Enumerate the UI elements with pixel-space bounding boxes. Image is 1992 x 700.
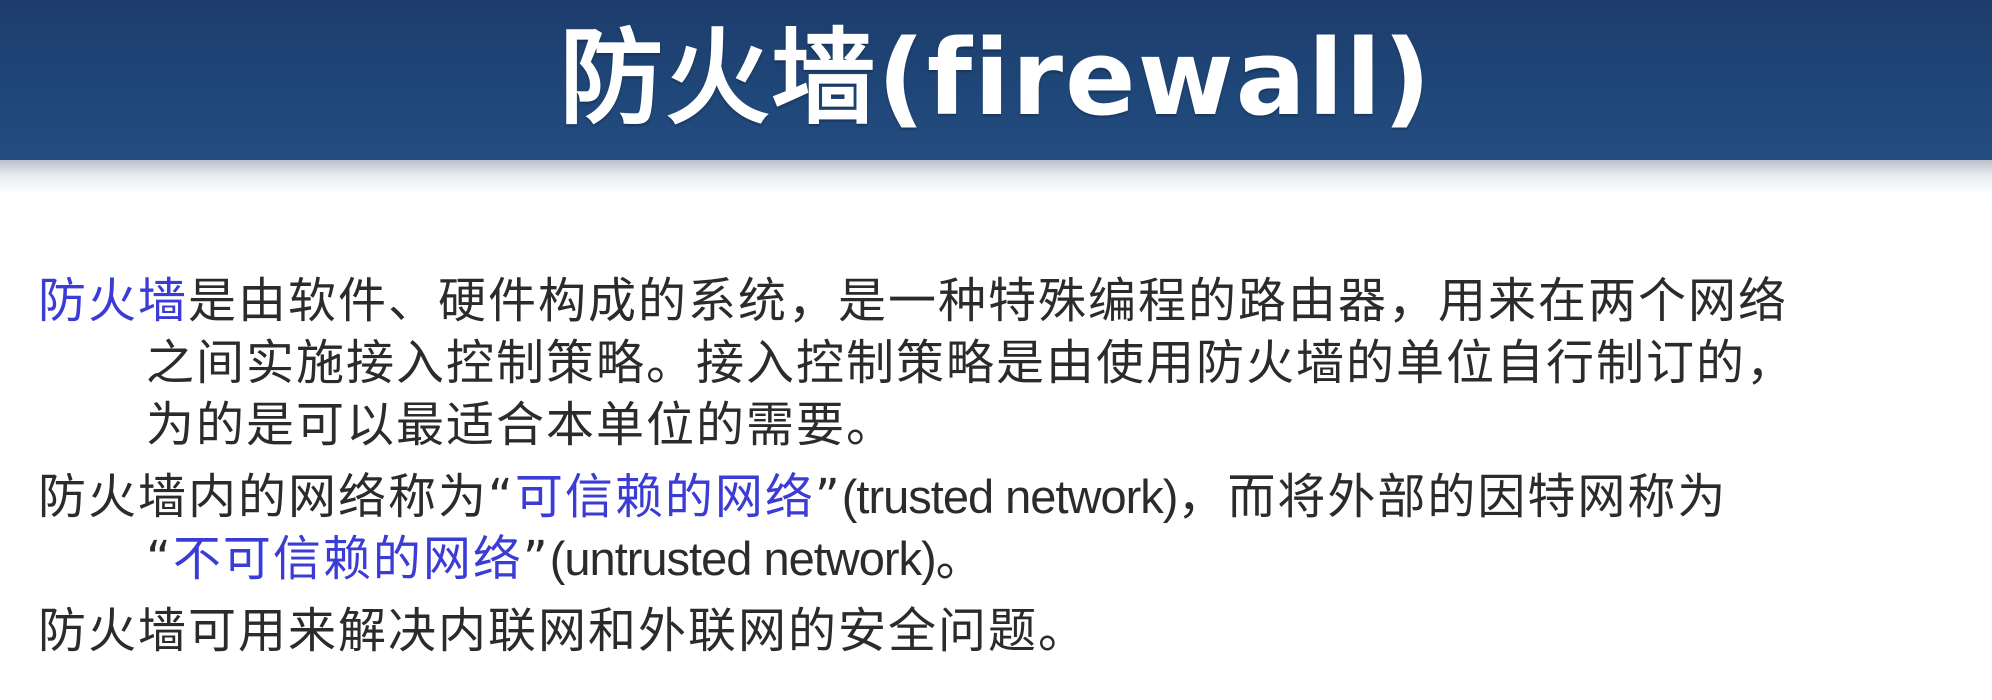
text-segment: “ xyxy=(146,531,173,587)
title-bar-shadow xyxy=(0,160,1992,194)
title-bar: 防火墙(firewall) xyxy=(0,0,1992,160)
highlight-term-untrusted-network: 不可信赖的网络 xyxy=(172,531,523,587)
english-term-untrusted-network: (untrusted network) xyxy=(549,532,937,585)
slide-title: 防火墙(firewall) xyxy=(559,17,1433,139)
text-segment: ” xyxy=(522,531,550,587)
highlight-term-trusted-network: 可信赖的网络 xyxy=(514,469,815,525)
english-term-trusted-network: (trusted network) xyxy=(841,470,1179,523)
paragraph-firewall-definition: 防火墙是由软件、硬件构成的系统，是一种特殊编程的路由器，用来在两个网络 之间实施… xyxy=(38,270,1958,456)
text-segment: 防火墙内的网络称为“ xyxy=(38,469,515,525)
text-segment: ” xyxy=(814,469,842,525)
paragraph-trusted-networks: 防火墙内的网络称为“可信赖的网络”(trusted network)，而将外部的… xyxy=(38,466,1958,590)
text-segment: ，而将外部的因特网称为 xyxy=(1177,469,1728,525)
highlight-term-firewall: 防火墙 xyxy=(38,273,189,329)
paragraph-line: 防火墙内的网络称为“可信赖的网络”(trusted network)，而将外部的… xyxy=(38,466,1958,528)
paragraph-line: 防火墙是由软件、硬件构成的系统，是一种特殊编程的路由器，用来在两个网络 xyxy=(38,270,1958,332)
paragraph-line: 之间实施接入控制策略。接入控制策略是由使用防火墙的单位自行制订的， xyxy=(146,335,1797,391)
paragraph-line: “不可信赖的网络”(untrusted network)。 xyxy=(38,528,1958,590)
text-segment: 是由软件、硬件构成的系统，是一种特殊编程的路由器，用来在两个网络 xyxy=(188,273,1789,329)
text-segment: 。 xyxy=(935,531,986,587)
paragraph-line: 防火墙可用来解决内联网和外联网的安全问题。 xyxy=(38,603,1089,659)
slide: 防火墙(firewall) 防火墙是由软件、硬件构成的系统，是一种特殊编程的路由… xyxy=(0,0,1992,700)
paragraph-firewall-usage: 防火墙可用来解决内联网和外联网的安全问题。 xyxy=(38,600,1958,662)
slide-body: 防火墙是由软件、硬件构成的系统，是一种特殊编程的路由器，用来在两个网络 之间实施… xyxy=(38,270,1958,672)
paragraph-line: 为的是可以最适合本单位的需要。 xyxy=(146,397,897,453)
